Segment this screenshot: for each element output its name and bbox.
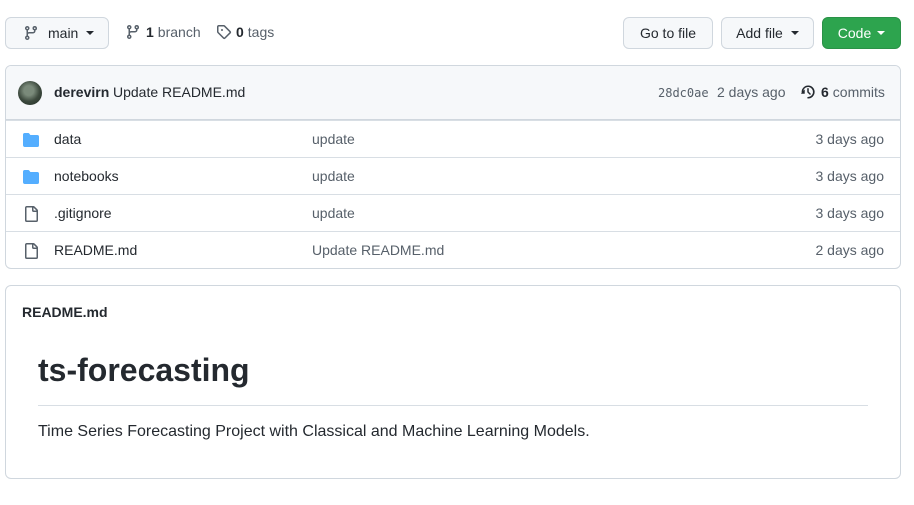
- commits-label: commits: [832, 84, 885, 100]
- branches-count: 1: [146, 24, 154, 40]
- commit-message[interactable]: Update README.md: [113, 84, 245, 100]
- file-age: 3 days ago: [815, 205, 885, 221]
- commit-age: 2 days ago: [717, 84, 786, 100]
- commits-count: 6: [821, 84, 829, 100]
- file-age: 3 days ago: [815, 131, 885, 147]
- add-file-label: Add file: [736, 25, 783, 41]
- avatar[interactable]: [18, 81, 42, 105]
- file-age: 3 days ago: [815, 168, 885, 184]
- git-branch-icon: [25, 25, 37, 41]
- file-row[interactable]: data update 3 days ago: [6, 120, 900, 157]
- readme-filename[interactable]: README.md: [22, 304, 108, 320]
- file-row[interactable]: notebooks update 3 days ago: [6, 157, 900, 194]
- tag-icon: [216, 25, 232, 40]
- file-name[interactable]: data: [54, 131, 81, 147]
- file-age: 2 days ago: [815, 242, 885, 258]
- branches-link[interactable]: 1 branch: [125, 24, 201, 40]
- branches-label: branch: [157, 24, 201, 40]
- commit-author[interactable]: derevirn: [54, 84, 109, 100]
- branch-name: main: [48, 25, 79, 41]
- file-commit-message[interactable]: update: [312, 131, 355, 147]
- file-commit-message[interactable]: update: [312, 168, 355, 184]
- tags-count: 0: [236, 24, 244, 40]
- add-file-button[interactable]: Add file: [721, 17, 814, 49]
- file-row[interactable]: .gitignore update 3 days ago: [6, 194, 900, 231]
- commits-history-link[interactable]: 6 commits: [800, 84, 885, 100]
- chevron-down-icon: [877, 31, 886, 35]
- folder-icon: [23, 133, 39, 147]
- readme-panel: README.md ts-forecasting Time Series For…: [5, 285, 901, 479]
- tags-label: tags: [247, 24, 275, 40]
- git-branch-icon: [127, 24, 139, 40]
- file-commit-message[interactable]: Update README.md: [312, 242, 444, 258]
- file-name[interactable]: README.md: [54, 242, 137, 258]
- go-to-file-button[interactable]: Go to file: [623, 17, 713, 49]
- file-icon: [25, 243, 38, 259]
- file-browser: derevirn Update README.md 28dc0ae 2 days…: [5, 65, 901, 269]
- file-commit-message[interactable]: update: [312, 205, 355, 221]
- file-row[interactable]: README.md Update README.md 2 days ago: [6, 231, 900, 268]
- file-icon: [25, 206, 38, 222]
- file-name[interactable]: .gitignore: [54, 205, 112, 221]
- code-button[interactable]: Code: [822, 17, 901, 49]
- chevron-down-icon: [790, 31, 799, 35]
- file-name[interactable]: notebooks: [54, 168, 119, 184]
- tags-link[interactable]: 0 tags: [216, 24, 274, 40]
- commit-sha[interactable]: 28dc0ae: [658, 86, 709, 100]
- readme-description: Time Series Forecasting Project with Cla…: [38, 423, 590, 440]
- chevron-down-icon: [86, 31, 95, 35]
- readme-heading: ts-forecasting: [38, 352, 250, 388]
- latest-commit-bar: derevirn Update README.md 28dc0ae 2 days…: [6, 66, 900, 120]
- code-label: Code: [837, 25, 872, 41]
- branch-select-button[interactable]: main: [5, 17, 109, 49]
- divider: [38, 405, 868, 406]
- history-icon: [801, 85, 815, 99]
- folder-icon: [23, 170, 39, 184]
